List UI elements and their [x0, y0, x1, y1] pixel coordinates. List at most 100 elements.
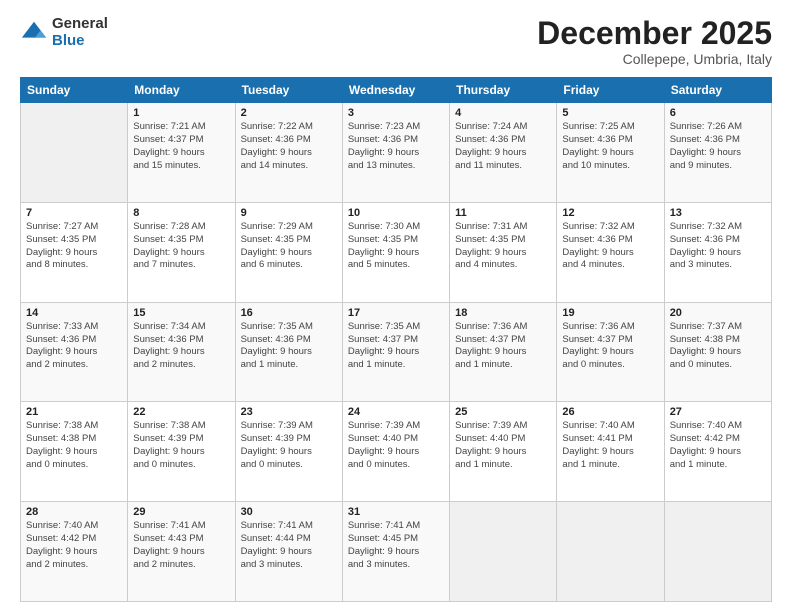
week-row-0: 1 Sunrise: 7:21 AM Sunset: 4:37 PM Daylig…: [21, 103, 772, 203]
day-info: Sunrise: 7:36 AM Sunset: 4:37 PM Dayligh…: [455, 321, 551, 372]
calendar-cell: 9 Sunrise: 7:29 AM Sunset: 4:35 PM Daylig…: [235, 202, 342, 302]
week-row-3: 21 Sunrise: 7:38 AM Sunset: 4:38 PM Dayli…: [21, 402, 772, 502]
week-row-4: 28Sunrise: 7:40 AM Sunset: 4:42 PM Dayli…: [21, 502, 772, 602]
day-number: 3: [348, 107, 444, 119]
calendar-cell: 29 Sunrise: 7:41 AM Sunset: 4:43 PM Dayli…: [128, 502, 235, 602]
logo-blue: Blue: [52, 33, 108, 50]
logo-text: General Blue: [52, 16, 108, 49]
header-day-monday: Monday: [128, 78, 235, 103]
week-row-1: 7 Sunrise: 7:27 AM Sunset: 4:35 PM Daylig…: [21, 202, 772, 302]
day-number: 24: [348, 406, 444, 418]
calendar-cell: 31 Sunrise: 7:41 AM Sunset: 4:45 PM Dayli…: [342, 502, 449, 602]
day-number: 6: [670, 107, 766, 119]
day-number: 16: [241, 307, 337, 319]
day-info: Sunrise: 7:38 AM Sunset: 4:38 PM Dayligh…: [26, 420, 122, 471]
day-number: 7: [26, 207, 122, 219]
day-info: Sunrise: 7:31 AM Sunset: 4:35 PM Dayligh…: [455, 221, 551, 272]
calendar-cell: [21, 103, 128, 203]
title-block: December 2025 Collepepe, Umbria, Italy: [537, 16, 772, 67]
day-info: Sunrise: 7:36 AM Sunset: 4:37 PM Dayligh…: [562, 321, 658, 372]
calendar-cell: [664, 502, 771, 602]
calendar-cell: 14Sunrise: 7:33 AM Sunset: 4:36 PM Dayli…: [21, 302, 128, 402]
day-number: 21: [26, 406, 122, 418]
logo-icon: [20, 19, 48, 47]
day-info: Sunrise: 7:39 AM Sunset: 4:40 PM Dayligh…: [455, 420, 551, 471]
day-number: 31: [348, 506, 444, 518]
day-number: 22: [133, 406, 229, 418]
calendar-cell: 4 Sunrise: 7:24 AM Sunset: 4:36 PM Daylig…: [450, 103, 557, 203]
day-info: Sunrise: 7:21 AM Sunset: 4:37 PM Dayligh…: [133, 121, 229, 172]
calendar-cell: 10 Sunrise: 7:30 AM Sunset: 4:35 PM Dayli…: [342, 202, 449, 302]
day-number: 11: [455, 207, 551, 219]
day-number: 25: [455, 406, 551, 418]
logo-general: General: [52, 16, 108, 33]
day-number: 9: [241, 207, 337, 219]
day-info: Sunrise: 7:26 AM Sunset: 4:36 PM Dayligh…: [670, 121, 766, 172]
day-number: 5: [562, 107, 658, 119]
calendar-cell: 19 Sunrise: 7:36 AM Sunset: 4:37 PM Dayli…: [557, 302, 664, 402]
header-day-thursday: Thursday: [450, 78, 557, 103]
day-info: Sunrise: 7:24 AM Sunset: 4:36 PM Dayligh…: [455, 121, 551, 172]
calendar-cell: 20Sunrise: 7:37 AM Sunset: 4:38 PM Dayli…: [664, 302, 771, 402]
day-number: 8: [133, 207, 229, 219]
day-info: Sunrise: 7:22 AM Sunset: 4:36 PM Dayligh…: [241, 121, 337, 172]
calendar-cell: 27Sunrise: 7:40 AM Sunset: 4:42 PM Dayli…: [664, 402, 771, 502]
day-info: Sunrise: 7:40 AM Sunset: 4:42 PM Dayligh…: [26, 520, 122, 571]
day-info: Sunrise: 7:27 AM Sunset: 4:35 PM Dayligh…: [26, 221, 122, 272]
calendar-cell: [450, 502, 557, 602]
calendar-body: 1 Sunrise: 7:21 AM Sunset: 4:37 PM Daylig…: [21, 103, 772, 602]
header-row: SundayMondayTuesdayWednesdayThursdayFrid…: [21, 78, 772, 103]
day-info: Sunrise: 7:39 AM Sunset: 4:40 PM Dayligh…: [348, 420, 444, 471]
day-number: 19: [562, 307, 658, 319]
day-number: 26: [562, 406, 658, 418]
calendar-cell: [557, 502, 664, 602]
page: General Blue December 2025 Collepepe, Um…: [0, 0, 792, 612]
day-number: 30: [241, 506, 337, 518]
header-day-saturday: Saturday: [664, 78, 771, 103]
day-number: 23: [241, 406, 337, 418]
day-info: Sunrise: 7:32 AM Sunset: 4:36 PM Dayligh…: [670, 221, 766, 272]
day-number: 20: [670, 307, 766, 319]
calendar-cell: 25 Sunrise: 7:39 AM Sunset: 4:40 PM Dayli…: [450, 402, 557, 502]
day-number: 29: [133, 506, 229, 518]
day-info: Sunrise: 7:41 AM Sunset: 4:43 PM Dayligh…: [133, 520, 229, 571]
day-info: Sunrise: 7:29 AM Sunset: 4:35 PM Dayligh…: [241, 221, 337, 272]
calendar-cell: 21 Sunrise: 7:38 AM Sunset: 4:38 PM Dayli…: [21, 402, 128, 502]
day-info: Sunrise: 7:25 AM Sunset: 4:36 PM Dayligh…: [562, 121, 658, 172]
day-number: 18: [455, 307, 551, 319]
day-info: Sunrise: 7:35 AM Sunset: 4:36 PM Dayligh…: [241, 321, 337, 372]
calendar-cell: 11 Sunrise: 7:31 AM Sunset: 4:35 PM Dayli…: [450, 202, 557, 302]
day-number: 2: [241, 107, 337, 119]
calendar-cell: 22 Sunrise: 7:38 AM Sunset: 4:39 PM Dayli…: [128, 402, 235, 502]
day-info: Sunrise: 7:23 AM Sunset: 4:36 PM Dayligh…: [348, 121, 444, 172]
header-day-wednesday: Wednesday: [342, 78, 449, 103]
day-info: Sunrise: 7:28 AM Sunset: 4:35 PM Dayligh…: [133, 221, 229, 272]
calendar-cell: 7 Sunrise: 7:27 AM Sunset: 4:35 PM Daylig…: [21, 202, 128, 302]
calendar-cell: 3 Sunrise: 7:23 AM Sunset: 4:36 PM Daylig…: [342, 103, 449, 203]
day-number: 10: [348, 207, 444, 219]
day-number: 13: [670, 207, 766, 219]
day-number: 27: [670, 406, 766, 418]
day-number: 4: [455, 107, 551, 119]
day-info: Sunrise: 7:38 AM Sunset: 4:39 PM Dayligh…: [133, 420, 229, 471]
day-number: 15: [133, 307, 229, 319]
header-day-friday: Friday: [557, 78, 664, 103]
calendar-cell: 26 Sunrise: 7:40 AM Sunset: 4:41 PM Dayli…: [557, 402, 664, 502]
day-number: 14: [26, 307, 122, 319]
logo: General Blue: [20, 16, 108, 49]
day-info: Sunrise: 7:30 AM Sunset: 4:35 PM Dayligh…: [348, 221, 444, 272]
day-info: Sunrise: 7:41 AM Sunset: 4:44 PM Dayligh…: [241, 520, 337, 571]
calendar-cell: 8 Sunrise: 7:28 AM Sunset: 4:35 PM Daylig…: [128, 202, 235, 302]
calendar-cell: 18 Sunrise: 7:36 AM Sunset: 4:37 PM Dayli…: [450, 302, 557, 402]
day-info: Sunrise: 7:40 AM Sunset: 4:41 PM Dayligh…: [562, 420, 658, 471]
day-info: Sunrise: 7:41 AM Sunset: 4:45 PM Dayligh…: [348, 520, 444, 571]
calendar-cell: 12Sunrise: 7:32 AM Sunset: 4:36 PM Dayli…: [557, 202, 664, 302]
day-info: Sunrise: 7:39 AM Sunset: 4:39 PM Dayligh…: [241, 420, 337, 471]
calendar-cell: 17Sunrise: 7:35 AM Sunset: 4:37 PM Dayli…: [342, 302, 449, 402]
day-number: 1: [133, 107, 229, 119]
header-day-sunday: Sunday: [21, 78, 128, 103]
week-row-2: 14Sunrise: 7:33 AM Sunset: 4:36 PM Dayli…: [21, 302, 772, 402]
day-info: Sunrise: 7:35 AM Sunset: 4:37 PM Dayligh…: [348, 321, 444, 372]
calendar-cell: 28Sunrise: 7:40 AM Sunset: 4:42 PM Dayli…: [21, 502, 128, 602]
calendar-cell: 15Sunrise: 7:34 AM Sunset: 4:36 PM Dayli…: [128, 302, 235, 402]
